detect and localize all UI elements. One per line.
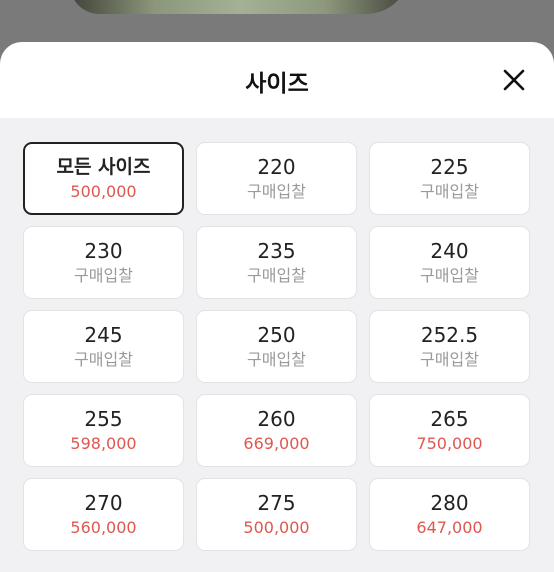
size-option[interactable]: 245 구매입찰	[23, 310, 184, 383]
size-option[interactable]: 220 구매입찰	[196, 142, 357, 215]
bid-label: 구매입찰	[247, 265, 306, 285]
size-label: 모든 사이즈	[56, 155, 151, 178]
size-option[interactable]: 270 560,000	[23, 478, 184, 551]
size-label: 260	[257, 406, 296, 431]
size-label: 225	[430, 154, 469, 179]
close-button[interactable]	[500, 66, 528, 94]
price-label: 647,000	[416, 517, 483, 537]
price-label: 500,000	[70, 181, 137, 201]
size-grid: 모든 사이즈 500,000 220 구매입찰 225 구매입찰 230 구매입찰 235 구매입…	[23, 142, 530, 551]
size-label: 270	[84, 490, 123, 515]
size-option[interactable]: 235 구매입찰	[196, 226, 357, 299]
size-label: 240	[430, 238, 469, 263]
size-option-all[interactable]: 모든 사이즈 500,000	[23, 142, 184, 215]
size-option[interactable]: 230 구매입찰	[23, 226, 184, 299]
size-label: 252.5	[420, 322, 479, 347]
size-option[interactable]: 260 669,000	[196, 394, 357, 467]
size-option[interactable]: 255 598,000	[23, 394, 184, 467]
price-label: 750,000	[416, 433, 483, 453]
size-label: 250	[257, 322, 296, 347]
bid-label: 구매입찰	[74, 265, 133, 285]
product-image	[70, 0, 410, 14]
size-label: 235	[257, 238, 296, 263]
size-option[interactable]: 275 500,000	[196, 478, 357, 551]
bid-label: 구매입찰	[420, 181, 479, 201]
bid-label: 구매입찰	[420, 265, 479, 285]
size-option[interactable]: 240 구매입찰	[369, 226, 530, 299]
price-label: 500,000	[243, 517, 310, 537]
close-icon	[503, 69, 525, 91]
size-option[interactable]: 250 구매입찰	[196, 310, 357, 383]
price-label: 598,000	[70, 433, 137, 453]
bid-label: 구매입찰	[420, 349, 479, 369]
size-bottom-sheet: 사이즈 모든 사이즈 500,000 220 구매입찰 225 구매입찰 230 구매입찰 23…	[0, 42, 554, 572]
size-label: 230	[84, 238, 123, 263]
size-label: 245	[84, 322, 123, 347]
bid-label: 구매입찰	[247, 181, 306, 201]
size-option[interactable]: 252.5 구매입찰	[369, 310, 530, 383]
size-label: 280	[430, 490, 469, 515]
size-label: 275	[257, 490, 296, 515]
sheet-title: 사이즈	[245, 71, 309, 97]
price-label: 669,000	[243, 433, 310, 453]
size-option[interactable]: 265 750,000	[369, 394, 530, 467]
size-option[interactable]: 280 647,000	[369, 478, 530, 551]
size-label: 255	[84, 406, 123, 431]
size-option[interactable]: 225 구매입찰	[369, 142, 530, 215]
price-label: 560,000	[70, 517, 137, 537]
sheet-header: 사이즈	[0, 42, 554, 118]
size-grid-area: 모든 사이즈 500,000 220 구매입찰 225 구매입찰 230 구매입찰 235 구매입…	[0, 118, 554, 572]
bid-label: 구매입찰	[74, 349, 133, 369]
size-label: 265	[430, 406, 469, 431]
bid-label: 구매입찰	[247, 349, 306, 369]
size-label: 220	[257, 154, 296, 179]
